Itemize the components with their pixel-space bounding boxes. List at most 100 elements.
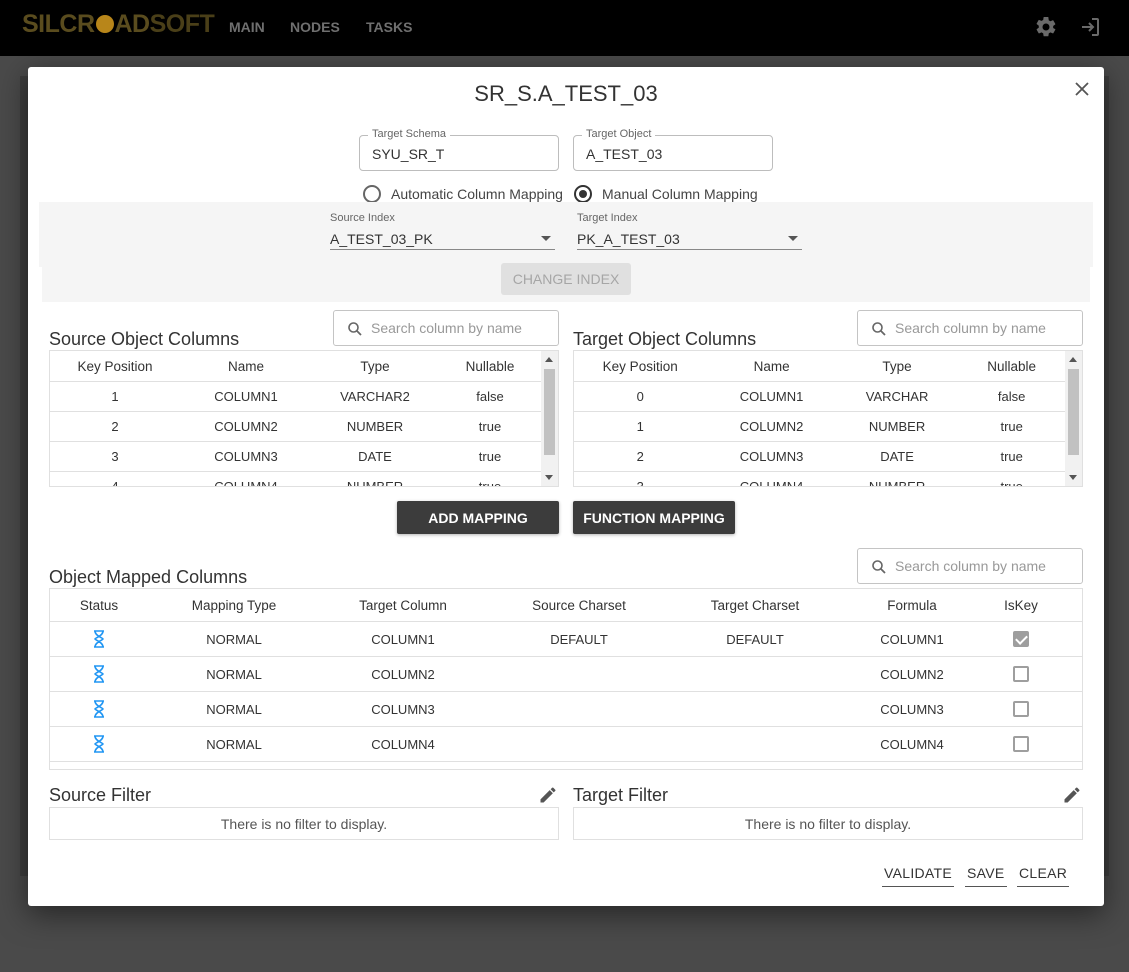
cell-key-position: 0	[636, 389, 644, 404]
source-filter-title: Source Filter	[49, 785, 152, 805]
header-key-position[interactable]: Key Position	[574, 351, 706, 381]
change-index-button[interactable]: CHANGE INDEX	[501, 263, 631, 295]
header-target-column[interactable]: Target Column	[320, 589, 486, 621]
header-status[interactable]: Status	[50, 589, 148, 621]
manual-mapping-radio[interactable]: Manual Column Mapping	[574, 184, 758, 204]
dialog-title: SR_S.A_TEST_03	[474, 81, 658, 106]
cell-key-position: 3	[111, 449, 119, 464]
cell-name: COLUMN1	[739, 389, 804, 404]
table-scrollbar[interactable]	[1065, 351, 1082, 486]
pencil-icon[interactable]	[538, 785, 558, 805]
header-source-charset[interactable]: Source Charset	[486, 589, 672, 621]
table-row[interactable]: 2 COLUMN3 DATE true	[574, 442, 1066, 472]
function-mapping-button[interactable]: FUNCTION MAPPING	[573, 501, 735, 534]
add-mapping-button[interactable]: ADD MAPPING	[397, 501, 559, 534]
automatic-mapping-radio[interactable]: Automatic Column Mapping	[363, 184, 563, 204]
cell-mapping-type: NORMAL	[206, 701, 262, 717]
target-object-field[interactable]: Target Object A_TEST_03	[573, 128, 773, 171]
table-scrollbar[interactable]	[541, 351, 558, 486]
nav-nodes[interactable]: NODES	[290, 19, 340, 35]
header-name[interactable]: Name	[706, 351, 836, 381]
cell-nullable: true	[1000, 419, 1023, 434]
table-row[interactable]: 1 COLUMN2 NUMBER true	[574, 412, 1066, 442]
source-index-label: Source Index	[330, 212, 395, 224]
cell-mapping-type: NORMAL	[206, 666, 262, 682]
target-index-value: PK_A_TEST_03	[577, 231, 680, 247]
table-row[interactable]: 3 COLUMN3 DATE true	[50, 442, 542, 472]
header-formula[interactable]: Formula	[838, 589, 986, 621]
cell-target-charset	[672, 692, 838, 726]
mapped-search	[857, 548, 1083, 584]
table-row[interactable]: 4 COLUMN4 NUMBER true	[50, 472, 542, 486]
table-row[interactable]: NORMAL COLUMN4 COLUMN4	[50, 727, 1082, 762]
header-name[interactable]: Name	[180, 351, 312, 381]
scroll-thumb[interactable]	[544, 369, 555, 455]
cell-formula: COLUMN2	[880, 666, 944, 682]
search-icon	[348, 322, 362, 336]
table-row[interactable]: 3 COLUMN4 NUMBER true	[574, 472, 1066, 487]
target-object-value: A_TEST_03	[586, 146, 663, 162]
header-iskey[interactable]: IsKey	[986, 589, 1056, 621]
scroll-up-icon[interactable]	[1069, 357, 1077, 362]
status-cell	[50, 657, 148, 691]
cell-formula: COLUMN3	[880, 701, 944, 717]
header-mapping-type[interactable]: Mapping Type	[148, 589, 320, 621]
cell-key-position: 1	[636, 419, 644, 434]
header-key-position[interactable]: Key Position	[50, 351, 180, 381]
iskey-checkbox[interactable]	[1013, 736, 1029, 752]
automatic-mapping-label: Automatic Column Mapping	[391, 186, 563, 202]
iskey-checkbox[interactable]	[1013, 666, 1029, 682]
table-header: Key Position Name Type Nullable	[50, 351, 542, 382]
cell-type: NUMBER	[868, 479, 926, 487]
source-columns-table: Key Position Name Type Nullable 1 COLUMN…	[49, 350, 559, 487]
table-row[interactable]: NORMAL COLUMN2 COLUMN2	[50, 657, 1082, 692]
close-icon[interactable]	[1072, 79, 1092, 99]
cell-type: NUMBER	[346, 419, 404, 434]
iskey-cell	[986, 657, 1056, 691]
table-row[interactable]: NORMAL COLUMN3 COLUMN3	[50, 692, 1082, 727]
source-search-input[interactable]	[371, 312, 551, 344]
table-row[interactable]: NORMAL COLUMN1 DEFAULT DEFAULT COLUMN1	[50, 622, 1082, 657]
scroll-thumb[interactable]	[1068, 369, 1079, 455]
source-columns-title: Source Object Columns	[49, 329, 240, 349]
table-row[interactable]: 2 COLUMN2 NUMBER true	[50, 412, 542, 442]
table-header: Key Position Name Type Nullable	[574, 351, 1066, 382]
hourglass-icon	[94, 665, 104, 683]
scroll-up-icon[interactable]	[545, 357, 553, 362]
iskey-checkbox[interactable]	[1013, 631, 1029, 647]
scroll-down-icon[interactable]	[545, 475, 553, 480]
pencil-icon[interactable]	[1062, 785, 1082, 805]
hourglass-icon	[94, 630, 104, 648]
table-row[interactable]: 1 COLUMN1 VARCHAR2 false	[50, 382, 542, 412]
cell-nullable: true	[1000, 449, 1023, 464]
mapped-search-input[interactable]	[895, 550, 1075, 582]
validate-button[interactable]: VALIDATE	[882, 859, 955, 887]
target-index-select[interactable]: Target Index PK_A_TEST_03	[577, 212, 802, 250]
nav-tasks[interactable]: TASKS	[366, 19, 412, 35]
header-target-charset[interactable]: Target Charset	[672, 589, 838, 621]
source-index-select[interactable]: Source Index A_TEST_03_PK	[330, 212, 555, 250]
target-schema-field[interactable]: Target Schema SYU_SR_T	[359, 128, 559, 171]
header-type[interactable]: Type	[837, 351, 958, 381]
header-nullable[interactable]: Nullable	[957, 351, 1066, 381]
logout-icon[interactable]	[1078, 15, 1102, 39]
scroll-down-icon[interactable]	[1069, 475, 1077, 480]
cell-name: COLUMN1	[214, 389, 278, 404]
nav-main[interactable]: MAIN	[229, 19, 265, 35]
table-header: Status Mapping Type Target Column Source…	[50, 589, 1082, 622]
mapped-columns-table: Status Mapping Type Target Column Source…	[49, 588, 1083, 770]
cell-mapping-type: NORMAL	[206, 631, 262, 647]
target-search-input[interactable]	[895, 312, 1075, 344]
table-row[interactable]: 0 COLUMN1 VARCHAR false	[574, 382, 1066, 412]
save-button[interactable]: SAVE	[965, 859, 1007, 887]
cell-mapping-type: NORMAL	[206, 736, 262, 752]
header-type[interactable]: Type	[312, 351, 438, 381]
header-nullable[interactable]: Nullable	[438, 351, 542, 381]
iskey-cell	[986, 692, 1056, 726]
clear-button[interactable]: CLEAR	[1017, 859, 1070, 887]
cell-name: COLUMN2	[739, 419, 804, 434]
iskey-checkbox[interactable]	[1013, 701, 1029, 717]
target-object-label: Target Object	[582, 128, 656, 140]
gear-icon[interactable]	[1034, 15, 1058, 39]
target-columns-table: Key Position Name Type Nullable 0 COLUMN…	[573, 350, 1083, 487]
